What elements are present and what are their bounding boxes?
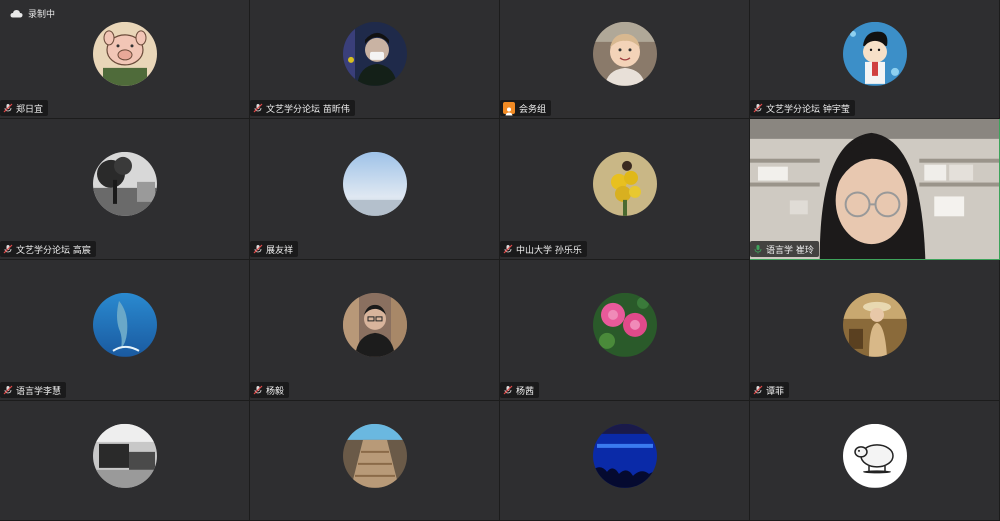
- participant-tile[interactable]: 谭菲: [750, 260, 1000, 401]
- participant-name: 文艺学分论坛 高宸: [16, 245, 91, 256]
- participant-tile[interactable]: [500, 401, 750, 521]
- participant-tile[interactable]: 杨茜: [500, 260, 750, 401]
- participant-tile[interactable]: [750, 401, 1000, 521]
- sunflower-avatar: [592, 151, 657, 216]
- participant-namebar: 杨茜: [500, 382, 540, 398]
- participant-namebar: 杨毅: [250, 382, 290, 398]
- participant-namebar: 文艺学分论坛 钟宇莹: [750, 100, 855, 116]
- participant-name: 会务组: [519, 104, 547, 115]
- recording-label: 录制中: [28, 10, 56, 20]
- cloud-icon: [10, 10, 23, 18]
- participant-namebar: 中山大学 孙乐乐: [500, 241, 587, 257]
- participant-name: 文艺学分论坛 苗昕伟: [266, 104, 350, 115]
- participant-tile[interactable]: 文艺学分论坛 高宸: [0, 119, 250, 260]
- participant-name: 展友祥: [266, 245, 294, 256]
- participant-tile[interactable]: 语言学李慧: [0, 260, 250, 401]
- participant-name: 杨茜: [516, 386, 535, 397]
- participant-namebar: 文艺学分论坛 苗昕伟: [250, 100, 355, 116]
- mic-muted-icon: [753, 385, 763, 395]
- sky-avatar: [342, 151, 407, 216]
- mic-muted-icon: [3, 244, 13, 254]
- participant-tile[interactable]: 中山大学 孙乐乐: [500, 119, 750, 260]
- participant-namebar: 语言学 崔玲: [750, 241, 819, 257]
- mic-muted-icon: [503, 385, 513, 395]
- participant-namebar: 会务组: [500, 100, 552, 116]
- child-photo-avatar: [592, 21, 657, 86]
- peony-avatar: [592, 292, 657, 357]
- sheep-sketch-avatar: [842, 423, 907, 488]
- mic-muted-icon: [753, 103, 763, 113]
- pig-cartoon-avatar: [92, 21, 157, 86]
- mic-active-icon: [754, 245, 762, 254]
- participant-tile[interactable]: [250, 401, 500, 521]
- participant-name: 语言学李慧: [16, 386, 62, 397]
- participant-namebar: 郑日宜: [0, 100, 49, 116]
- mic-muted-icon: [253, 244, 263, 254]
- host-badge-icon: [503, 102, 515, 116]
- participant-camera-video: [750, 119, 999, 259]
- girl-hat-avatar: [842, 292, 907, 357]
- mic-muted-icon: [3, 385, 13, 395]
- blue-concert-avatar: [592, 423, 657, 488]
- participant-name: 谭菲: [766, 386, 785, 397]
- masked-person-avatar: [342, 21, 407, 86]
- participant-name: 文艺学分论坛 钟宇莹: [766, 104, 850, 115]
- participant-namebar: 语言学李慧: [0, 382, 67, 398]
- participant-tile-active[interactable]: 语言学 崔玲: [750, 119, 1000, 260]
- stairs-avatar: [342, 423, 407, 488]
- participant-tile[interactable]: 文艺学分论坛 苗昕伟: [250, 0, 500, 119]
- man-glasses-avatar: [342, 292, 407, 357]
- mic-muted-icon: [253, 103, 263, 113]
- participant-namebar: 展友祥: [250, 241, 299, 257]
- tree-bw-avatar: [92, 151, 157, 216]
- participant-name: 语言学 崔玲: [766, 245, 814, 256]
- dolphin-avatar: [92, 292, 157, 357]
- mic-muted-icon: [253, 385, 263, 395]
- room-avatar: [92, 423, 157, 488]
- mic-muted-icon: [3, 103, 13, 113]
- participant-namebar: 文艺学分论坛 高宸: [0, 241, 96, 257]
- cartoon-boy-avatar: [842, 21, 907, 86]
- participant-tile[interactable]: [0, 401, 250, 521]
- participant-name: 杨毅: [266, 386, 285, 397]
- mic-muted-icon: [503, 244, 513, 254]
- participant-name: 中山大学 孙乐乐: [516, 245, 582, 256]
- participant-grid: 郑日宜 文艺学分论坛 苗昕伟 会务组 文艺学分论坛 钟宇莹 文艺学分论坛 高宸 …: [0, 0, 1000, 521]
- participant-tile[interactable]: 展友祥: [250, 119, 500, 260]
- participant-namebar: 谭菲: [750, 382, 790, 398]
- participant-tile[interactable]: 会务组: [500, 0, 750, 119]
- participant-name: 郑日宜: [16, 104, 44, 115]
- participant-tile[interactable]: 文艺学分论坛 钟宇莹: [750, 0, 1000, 119]
- recording-indicator: 录制中: [10, 7, 55, 20]
- participant-tile[interactable]: 杨毅: [250, 260, 500, 401]
